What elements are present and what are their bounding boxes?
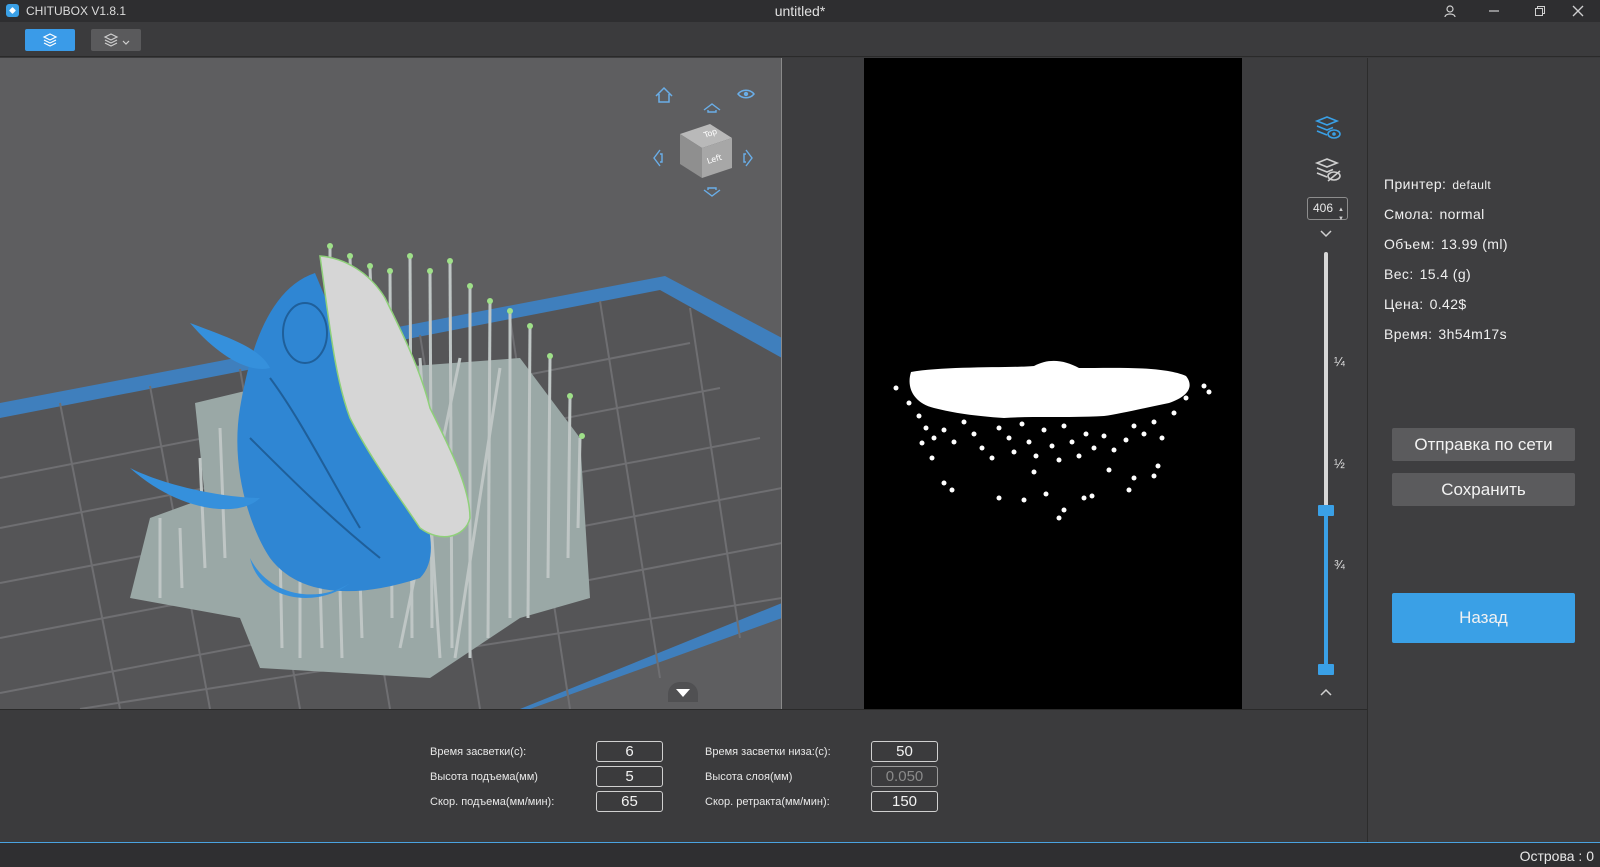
retract-speed-label: Скор. ретракта(мм/мин): xyxy=(705,796,830,808)
bottom-exposure-label: Время засветки низа:(с): xyxy=(705,746,831,758)
layer-slider-handle[interactable] xyxy=(1318,505,1334,516)
slice-view-button[interactable] xyxy=(25,29,75,51)
islands-count: Острова : 0 xyxy=(1519,848,1594,864)
rotate-up-icon[interactable] xyxy=(703,103,721,113)
printer-value: default xyxy=(1452,178,1492,192)
volume-value: 13.99 (ml) xyxy=(1440,236,1508,252)
slider-mark-quarter: ¼ xyxy=(1334,354,1345,369)
caret-down-icon xyxy=(676,689,690,697)
rotate-down-icon[interactable] xyxy=(703,187,721,197)
exposure-time-input[interactable]: 6 xyxy=(596,741,663,762)
chevron-down-icon xyxy=(122,40,129,45)
print-parameters-panel: Время засветки(с): 6 Высота подъема(мм) … xyxy=(0,709,1367,842)
network-send-button[interactable]: Отправка по сети xyxy=(1392,428,1575,461)
collapse-panel-button[interactable] xyxy=(668,682,698,702)
eye-icon[interactable] xyxy=(737,89,755,99)
time-value: 3h54m17s xyxy=(1438,326,1507,342)
layer-height-label: Высота слоя(мм) xyxy=(705,771,793,783)
exposure-time-label: Время засветки(с): xyxy=(430,746,527,758)
price-value: 0.42$ xyxy=(1429,296,1467,312)
lift-height-label: Высота подъема(мм) xyxy=(430,771,538,783)
resin-label: Смола: xyxy=(1384,206,1434,222)
time-label: Время: xyxy=(1384,326,1433,342)
layer-mode-dropdown[interactable] xyxy=(91,29,141,51)
printer-label: Принтер: xyxy=(1384,176,1447,192)
spin-down-icon[interactable]: ▼ xyxy=(1338,209,1344,230)
user-icon[interactable] xyxy=(1430,0,1470,22)
save-button[interactable]: Сохранить xyxy=(1392,473,1575,506)
slider-mark-three-quarter: ¾ xyxy=(1334,557,1345,572)
layers-icon xyxy=(42,33,58,47)
rotate-left-icon[interactable] xyxy=(653,149,663,167)
resin-value: normal xyxy=(1439,206,1485,222)
volume-label: Объем: xyxy=(1384,236,1435,252)
weight-info: Вес: 15.4 (g) xyxy=(1384,266,1471,282)
printer-info: Принтер: default xyxy=(1384,176,1491,192)
toolbar xyxy=(0,22,1600,57)
time-info: Время: 3h54m17s xyxy=(1384,326,1507,342)
close-icon[interactable] xyxy=(1558,0,1598,22)
retract-speed-input[interactable]: 150 xyxy=(871,791,938,812)
title-bar: CHITUBOX V1.8.1 untitled* xyxy=(0,0,1600,22)
bottom-exposure-input[interactable]: 50 xyxy=(871,741,938,762)
lift-speed-label: Скор. подъема(мм/мин): xyxy=(430,796,555,808)
status-bar: Острова : 0 xyxy=(0,842,1600,867)
weight-value: 15.4 (g) xyxy=(1419,266,1472,282)
price-label: Цена: xyxy=(1384,296,1424,312)
layer-slider-fill xyxy=(1324,510,1328,672)
slice-image xyxy=(893,360,1212,521)
layer-slider-bottom-handle[interactable] xyxy=(1318,664,1334,675)
price-info: Цена: 0.42$ xyxy=(1384,296,1467,312)
rotate-right-icon[interactable] xyxy=(743,149,753,167)
layer-number-input[interactable]: 406 ▲ ▼ xyxy=(1307,197,1348,222)
layers-hide-icon[interactable] xyxy=(1314,157,1342,185)
info-panel: Принтер: default Смола: normal Объем: 13.99… xyxy=(1367,58,1600,842)
minimize-icon[interactable] xyxy=(1474,0,1514,22)
layers-eye-icon[interactable] xyxy=(1314,115,1342,143)
layer-slider-track[interactable] xyxy=(1324,252,1328,510)
layers-icon xyxy=(103,33,118,47)
view-cube-widget[interactable]: Top Left xyxy=(650,80,760,200)
layer-up-chevron-icon[interactable] xyxy=(1318,686,1334,698)
3d-viewport[interactable]: Top Left xyxy=(0,58,782,709)
weight-label: Вес: xyxy=(1384,266,1414,282)
slice-cross-section xyxy=(909,360,1190,418)
slice-preview xyxy=(864,58,1242,709)
lift-speed-input[interactable]: 65 xyxy=(596,791,663,812)
layer-number-value: 406 xyxy=(1313,201,1334,215)
lift-height-input[interactable]: 5 xyxy=(596,766,663,787)
volume-info: Объем: 13.99 (ml) xyxy=(1384,236,1508,252)
view-cube[interactable]: Top Left xyxy=(680,124,732,178)
slider-mark-half: ½ xyxy=(1334,456,1345,471)
resin-info: Смола: normal xyxy=(1384,206,1485,222)
restore-icon[interactable] xyxy=(1520,0,1560,22)
back-button[interactable]: Назад xyxy=(1392,593,1575,643)
layer-down-chevron-icon[interactable] xyxy=(1318,228,1334,240)
home-icon[interactable] xyxy=(655,86,673,103)
document-title: untitled* xyxy=(774,3,826,19)
layer-height-input: 0.050 xyxy=(871,766,938,787)
